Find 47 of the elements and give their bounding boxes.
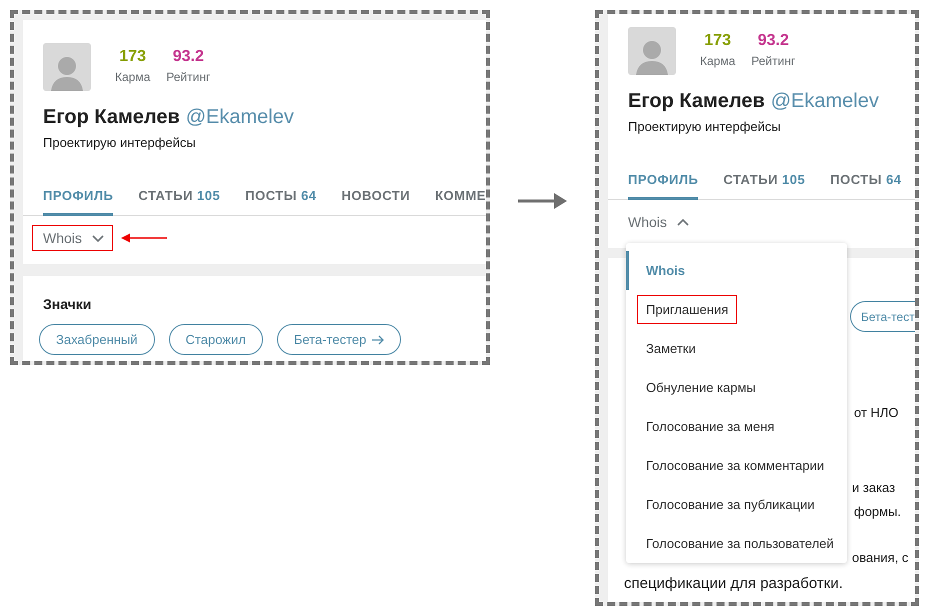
menu-item[interactable]: Обнуление кармы — [626, 368, 847, 407]
whois-dropdown[interactable]: Whois — [617, 209, 698, 235]
profile-tab[interactable]: ПОСТЫ 64 — [830, 171, 902, 200]
menu-item[interactable]: Голосование за пользователей — [626, 524, 847, 563]
avatar — [43, 43, 91, 91]
user-bio: Проектирую интерфейсы — [628, 119, 782, 135]
karma-value: 173 — [704, 32, 731, 50]
karma-label: Карма — [700, 54, 736, 68]
badge[interactable]: Захабренный — [39, 324, 155, 355]
text-fragment: формы. — [854, 503, 902, 521]
rating-label: Рейтинг — [166, 70, 210, 84]
avatar — [628, 27, 676, 75]
menu-item[interactable]: Голосование за меня — [626, 407, 847, 446]
user-name: Егор Камелев — [628, 89, 765, 113]
menu-item[interactable]: Голосование за комментарии — [626, 446, 847, 485]
rating-value: 93.2 — [172, 48, 204, 66]
profile-tab[interactable]: ПРОФИЛЬ — [43, 187, 114, 216]
menu-item[interactable]: Заметки — [626, 329, 847, 368]
badge[interactable]: Старожил — [168, 324, 263, 355]
profile-tab[interactable]: ПОСТЫ 64 — [245, 187, 317, 216]
text-fragment: спецификации для разработки. — [624, 575, 844, 593]
rating-label: Рейтинг — [751, 54, 796, 68]
text-fragment: ования, с — [852, 549, 910, 567]
whois-dropdown[interactable]: Whois — [32, 225, 113, 251]
transition-arrow — [518, 192, 567, 210]
menu-item[interactable]: Whois — [626, 251, 847, 290]
badge[interactable]: Бета-тест — [850, 301, 915, 332]
badge[interactable]: Бета-тестер — [276, 324, 402, 355]
arrow-right-icon — [372, 334, 384, 344]
menu-item[interactable]: Голосование за публикации — [626, 485, 847, 524]
profile-tab[interactable]: ПРОФИЛЬ — [628, 171, 698, 200]
rating-value: 93.2 — [758, 32, 789, 50]
profile-tab[interactable]: СТАТЬИ 105 — [138, 187, 220, 216]
text-fragment: и заказ — [852, 479, 896, 497]
annotation-arrow — [120, 233, 167, 243]
text-fragment: от НЛО — [854, 404, 900, 422]
user-handle[interactable]: @Ekamelev — [770, 89, 879, 113]
user-bio: Проектирую интерфейсы — [43, 135, 197, 151]
karma-value: 173 — [119, 48, 146, 66]
profile-tab[interactable]: СТАТЬИ 105 — [723, 171, 806, 200]
user-name: Егор Камелев — [43, 105, 180, 129]
profile-tab[interactable]: НОВОСТИ — [342, 187, 410, 216]
user-handle[interactable]: @Ekamelev — [186, 105, 294, 129]
profile-tab[interactable]: КОММЕ — [435, 187, 486, 216]
menu-item[interactable]: Приглашения — [626, 290, 847, 329]
karma-label: Карма — [115, 70, 150, 84]
section-title: Значки — [43, 296, 92, 312]
